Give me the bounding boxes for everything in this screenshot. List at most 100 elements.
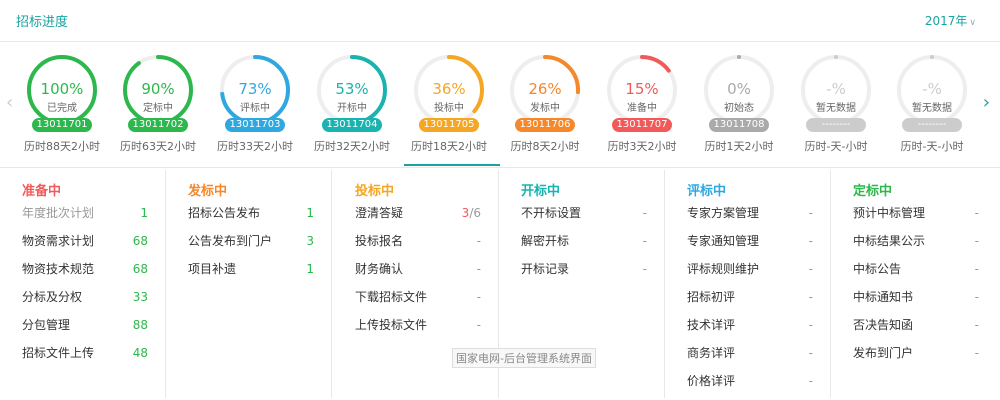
row-label[interactable]: 招标公告发布 xyxy=(188,203,260,223)
list-item[interactable]: 公告发布到门户 3 xyxy=(188,231,314,251)
row-value[interactable]: - xyxy=(809,287,813,307)
stage-item[interactable]: 26% 发标中 13011706 历时8天2小时 xyxy=(503,54,587,164)
row-label[interactable]: 澄清答疑 xyxy=(355,203,403,223)
row-label[interactable]: 招标初评 xyxy=(687,287,735,307)
stage-item[interactable]: 15% 准备中 13011707 历时3天2小时 xyxy=(600,54,684,164)
row-label[interactable]: 专家通知管理 xyxy=(687,231,759,251)
row-value[interactable]: 1 xyxy=(306,259,314,279)
row-label[interactable]: 下载招标文件 xyxy=(355,287,427,307)
row-label[interactable]: 不开标设置 xyxy=(521,203,581,223)
row-value[interactable]: 3/6 xyxy=(462,203,481,223)
list-item[interactable]: 投标报名 - xyxy=(355,231,481,251)
list-item[interactable]: 专家方案管理 - xyxy=(687,203,813,223)
row-label[interactable]: 年度批次计划 xyxy=(22,203,94,223)
row-value[interactable]: - xyxy=(477,259,481,279)
list-item[interactable]: 物资技术规范 68 xyxy=(22,259,148,279)
row-value[interactable]: 88 xyxy=(133,315,148,335)
stage-item[interactable]: 100% 已完成 13011701 历时88天2小时 xyxy=(20,54,104,164)
list-item[interactable]: 物资需求计划 68 xyxy=(22,231,148,251)
year-selector[interactable]: 2017年 ∨ xyxy=(925,12,976,29)
row-label[interactable]: 专家方案管理 xyxy=(687,203,759,223)
list-item[interactable]: 下载招标文件 - xyxy=(355,287,481,307)
row-label[interactable]: 开标记录 xyxy=(521,259,569,279)
row-value[interactable]: 1 xyxy=(140,203,148,223)
row-value[interactable]: 1 xyxy=(306,203,314,223)
row-label[interactable]: 上传投标文件 xyxy=(355,315,427,335)
row-label[interactable]: 价格详评 xyxy=(687,371,735,391)
list-item[interactable]: 不开标设置 - xyxy=(521,203,647,223)
stage-item[interactable]: 73% 评标中 13011703 历时33天2小时 xyxy=(213,54,297,164)
row-label[interactable]: 招标文件上传 xyxy=(22,343,94,363)
row-value[interactable]: - xyxy=(809,315,813,335)
list-item[interactable]: 否决告知函 - xyxy=(853,315,979,335)
list-item[interactable]: 商务详评 - xyxy=(687,343,813,363)
list-item[interactable]: 项目补遗 1 xyxy=(188,259,314,279)
list-item[interactable]: 中标结果公示 - xyxy=(853,231,979,251)
stage-item[interactable]: 36% 投标中 13011705 历时18天2小时 xyxy=(407,54,491,164)
row-value[interactable]: - xyxy=(643,259,647,279)
list-item[interactable]: 澄清答疑 3/6 xyxy=(355,203,481,223)
row-value[interactable]: 68 xyxy=(133,231,148,251)
row-value[interactable]: - xyxy=(809,203,813,223)
list-item[interactable]: 招标初评 - xyxy=(687,287,813,307)
row-value[interactable]: - xyxy=(477,287,481,307)
stage-item[interactable]: 90% 定标中 13011702 历时63天2小时 xyxy=(116,54,200,164)
row-value[interactable]: - xyxy=(809,231,813,251)
row-value[interactable]: - xyxy=(975,343,979,363)
list-item[interactable]: 专家通知管理 - xyxy=(687,231,813,251)
row-value[interactable]: - xyxy=(643,203,647,223)
list-item[interactable]: 发布到门户 - xyxy=(853,343,979,363)
row-label[interactable]: 财务确认 xyxy=(355,259,403,279)
row-value[interactable]: - xyxy=(975,203,979,223)
row-label[interactable]: 中标通知书 xyxy=(853,287,913,307)
list-item[interactable]: 开标记录 - xyxy=(521,259,647,279)
row-value[interactable]: 3 xyxy=(306,231,314,251)
row-label[interactable]: 否决告知函 xyxy=(853,315,913,335)
row-label[interactable]: 中标结果公示 xyxy=(853,231,925,251)
list-item[interactable]: 中标公告 - xyxy=(853,259,979,279)
list-item[interactable]: 招标文件上传 48 xyxy=(22,343,148,363)
row-label[interactable]: 中标公告 xyxy=(853,259,901,279)
list-item[interactable]: 解密开标 - xyxy=(521,231,647,251)
list-item[interactable]: 价格详评 - xyxy=(687,371,813,391)
row-label[interactable]: 预计中标管理 xyxy=(853,203,925,223)
list-item[interactable]: 预计中标管理 - xyxy=(853,203,979,223)
stage-item[interactable]: -% 暂无数据 -------- 历时-天-小时 xyxy=(890,54,974,164)
row-value[interactable]: - xyxy=(809,259,813,279)
row-label[interactable]: 物资技术规范 xyxy=(22,259,94,279)
list-item[interactable]: 招标公告发布 1 xyxy=(188,203,314,223)
list-item[interactable]: 年度批次计划 1 xyxy=(22,203,148,223)
stage-item[interactable]: 0% 初始态 13011708 历时1天2小时 xyxy=(697,54,781,164)
row-value[interactable]: 33 xyxy=(133,287,148,307)
list-item[interactable]: 分包管理 88 xyxy=(22,315,148,335)
row-value[interactable]: - xyxy=(975,259,979,279)
list-item[interactable]: 财务确认 - xyxy=(355,259,481,279)
row-value[interactable]: - xyxy=(477,315,481,335)
row-label[interactable]: 分包管理 xyxy=(22,315,70,335)
stage-item[interactable]: -% 暂无数据 -------- 历时-天-小时 xyxy=(794,54,878,164)
row-label[interactable]: 分标及分权 xyxy=(22,287,82,307)
stage-item[interactable]: 53% 开标中 13011704 历时32天2小时 xyxy=(310,54,394,164)
row-label[interactable]: 项目补遗 xyxy=(188,259,236,279)
row-value[interactable]: - xyxy=(809,343,813,363)
row-value[interactable]: - xyxy=(975,315,979,335)
row-value[interactable]: - xyxy=(643,231,647,251)
row-value[interactable]: - xyxy=(975,231,979,251)
row-label[interactable]: 商务详评 xyxy=(687,343,735,363)
row-label[interactable]: 投标报名 xyxy=(355,231,403,251)
chevron-left-icon[interactable]: ‹ xyxy=(6,92,13,113)
row-value[interactable]: - xyxy=(975,287,979,307)
list-item[interactable]: 分标及分权 33 xyxy=(22,287,148,307)
list-item[interactable]: 中标通知书 - xyxy=(853,287,979,307)
row-value[interactable]: - xyxy=(477,231,481,251)
row-label[interactable]: 解密开标 xyxy=(521,231,569,251)
row-label[interactable]: 评标规则维护 xyxy=(687,259,759,279)
row-value[interactable]: 48 xyxy=(133,343,148,363)
row-label[interactable]: 发布到门户 xyxy=(853,343,913,363)
list-item[interactable]: 评标规则维护 - xyxy=(687,259,813,279)
list-item[interactable]: 技术详评 - xyxy=(687,315,813,335)
row-label[interactable]: 技术详评 xyxy=(687,315,735,335)
row-value[interactable]: - xyxy=(809,371,813,391)
list-item[interactable]: 上传投标文件 - xyxy=(355,315,481,335)
row-label[interactable]: 公告发布到门户 xyxy=(188,231,272,251)
